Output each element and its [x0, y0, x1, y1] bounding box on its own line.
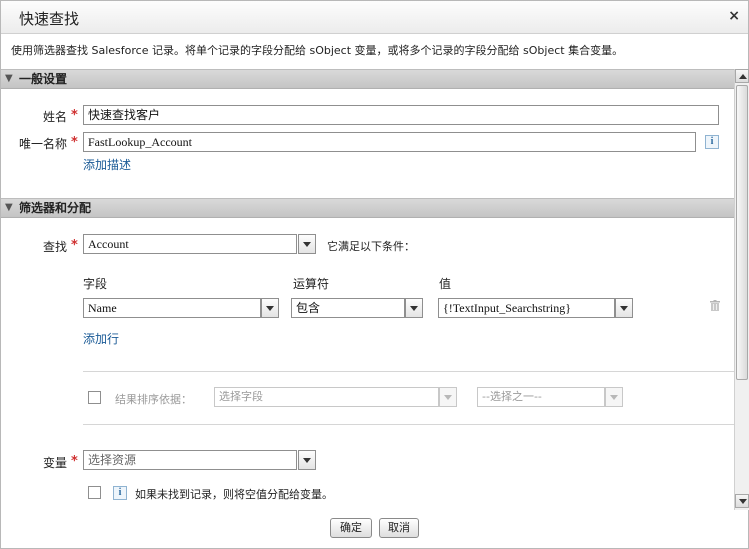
scrollbar-thumb[interactable] [736, 85, 748, 380]
column-header-field: 字段 [83, 277, 108, 291]
cancel-button[interactable]: 取消 [379, 518, 419, 538]
lookup-object-select[interactable]: Account [83, 234, 297, 254]
divider [83, 424, 734, 425]
add-description-link[interactable]: 添加描述 [83, 156, 131, 173]
info-icon[interactable]: i [113, 486, 127, 500]
required-marker: * [71, 135, 78, 150]
section-general-settings[interactable]: ▼ 一般设置 [1, 69, 734, 89]
collapse-triangle-icon: ▼ [5, 73, 13, 84]
variable-dropdown-button[interactable] [298, 450, 316, 470]
sort-order-dropdown-button[interactable] [605, 387, 623, 407]
dialog-title: 快速查找 [19, 10, 80, 28]
sort-field-select[interactable]: 选择字段 [214, 387, 439, 407]
filter-field-select[interactable]: Name [83, 298, 261, 318]
scroll-up-arrow-icon[interactable] [735, 69, 749, 83]
sort-field-dropdown-button[interactable] [439, 387, 457, 407]
section-title: 筛选器和分配 [19, 201, 92, 215]
filter-operator-select[interactable]: 包含 [291, 298, 405, 318]
lookup-dropdown-button[interactable] [298, 234, 316, 254]
section-title: 一般设置 [19, 72, 68, 86]
condition-text: 它满足以下条件： [327, 240, 415, 253]
assign-null-checkbox[interactable] [88, 486, 101, 499]
dialog-description: 使用筛选器查找 Salesforce 记录。将单个记录的字段分配给 sObjec… [11, 44, 624, 57]
filter-value-dropdown-button[interactable] [615, 298, 633, 318]
sort-order-select[interactable]: --选择之一-- [477, 387, 605, 407]
divider [83, 371, 734, 372]
required-marker: * [71, 454, 78, 469]
name-label: 姓名 [42, 110, 67, 124]
scroll-down-arrow-icon[interactable] [735, 494, 749, 508]
required-marker: * [71, 238, 78, 253]
quick-lookup-dialog: 快速查找 × 使用筛选器查找 Salesforce 记录。将单个记录的字段分配给… [0, 0, 749, 549]
collapse-triangle-icon: ▼ [5, 202, 13, 213]
filter-operator-dropdown-button[interactable] [405, 298, 423, 318]
column-header-operator: 运算符 [293, 277, 330, 291]
unique-name-label: 唯一名称 [18, 137, 67, 151]
dialog-content: ▼ 一般设置 姓名 * 快速查找客户 唯一名称 * FastLookup_Acc… [1, 68, 734, 510]
filter-field-dropdown-button[interactable] [261, 298, 279, 318]
sort-label: 结果排序依据： [115, 393, 192, 406]
assign-null-text: 如果未找到记录，则将空值分配给变量。 [135, 488, 333, 501]
close-icon[interactable]: × [728, 7, 740, 25]
trash-icon[interactable] [710, 300, 720, 311]
filter-value-input[interactable]: {!TextInput_Searchstring} [438, 298, 615, 318]
info-icon[interactable]: i [705, 135, 719, 149]
required-marker: * [71, 108, 78, 123]
dialog-titlebar: 快速查找 × [1, 1, 748, 34]
column-header-value: 值 [439, 277, 452, 291]
vertical-scrollbar[interactable] [734, 69, 749, 510]
section-filters-assignments[interactable]: ▼ 筛选器和分配 [1, 198, 734, 218]
variable-label: 变量 [42, 456, 67, 470]
sort-results-checkbox[interactable] [88, 391, 101, 404]
add-row-link[interactable]: 添加行 [83, 330, 119, 347]
ok-button[interactable]: 确定 [330, 518, 372, 538]
variable-select[interactable]: 选择资源 [83, 450, 297, 470]
name-input[interactable]: 快速查找客户 [83, 105, 719, 125]
unique-name-input[interactable]: FastLookup_Account [83, 132, 696, 152]
lookup-label: 查找 [42, 240, 67, 254]
